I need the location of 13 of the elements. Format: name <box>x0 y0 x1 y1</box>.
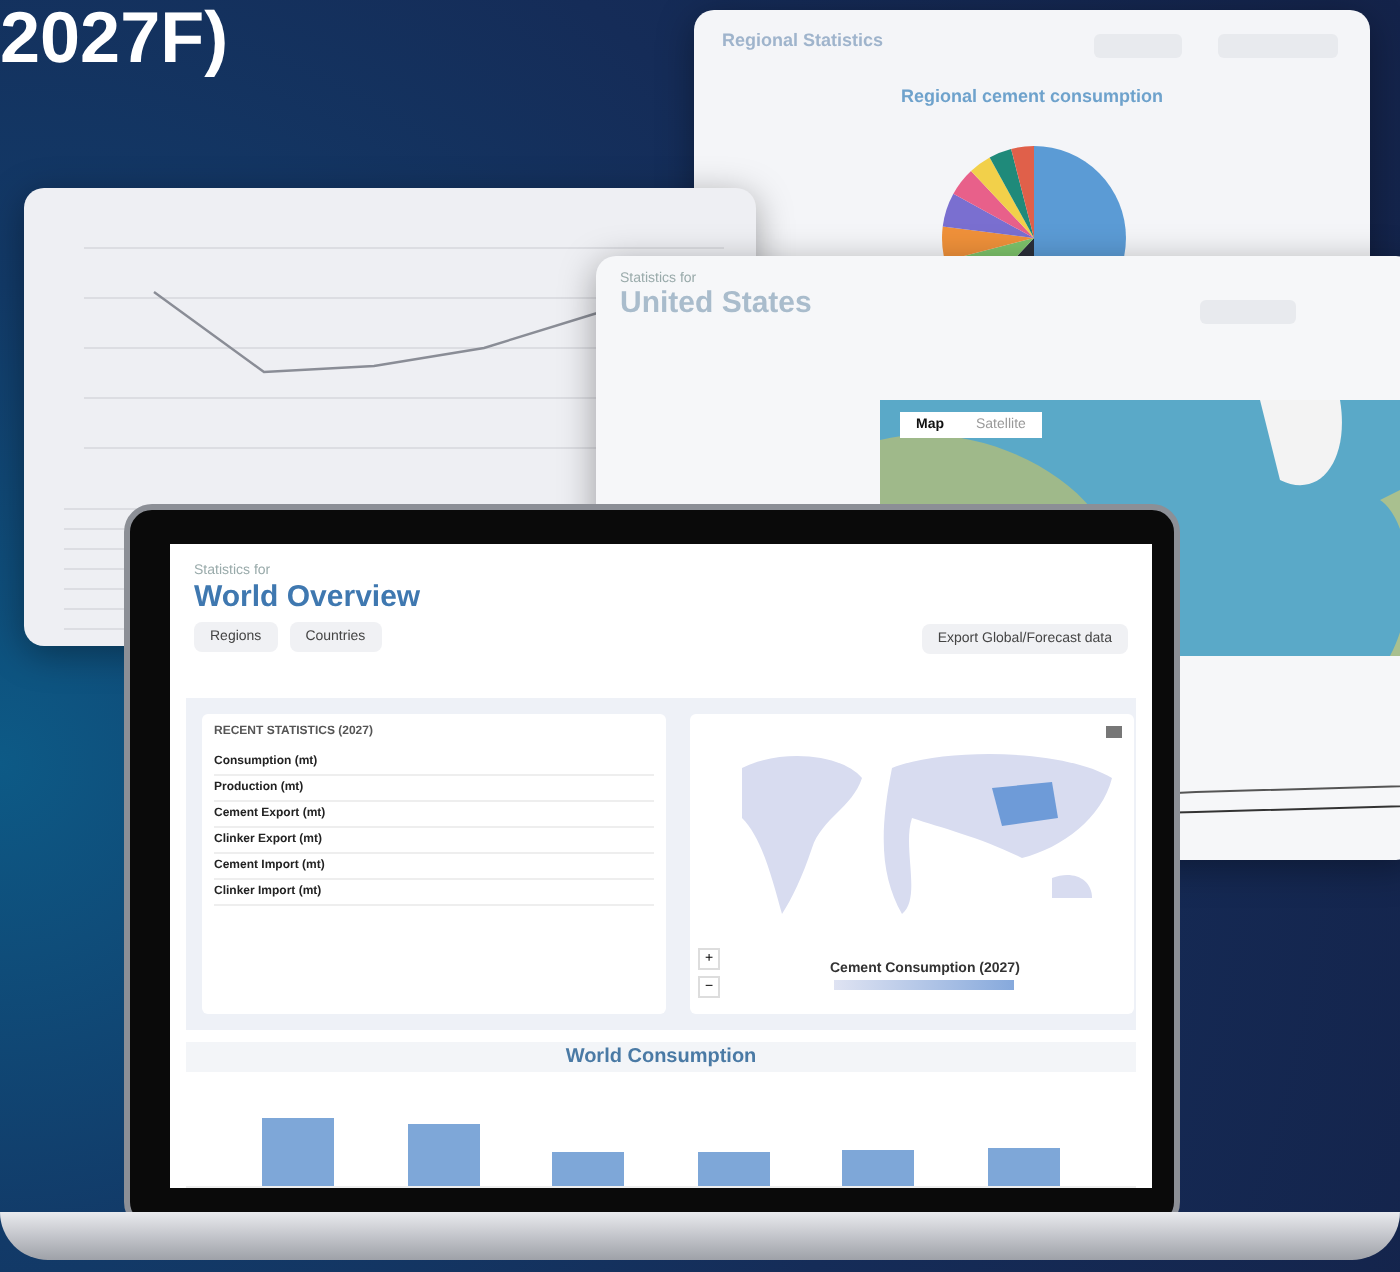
chart-bar <box>987 1148 1060 1186</box>
menu-icon[interactable] <box>1106 726 1122 738</box>
window-title: Regional Statistics <box>722 30 884 50</box>
page-title: World Overview <box>194 580 421 614</box>
chart-bar <box>407 1124 480 1186</box>
chart-bar <box>697 1152 770 1186</box>
window-title: United States <box>620 286 812 320</box>
page-heading: 2027F) <box>0 0 229 76</box>
chart-bar <box>842 1150 915 1186</box>
chart-bar <box>262 1118 335 1186</box>
chart-title: Regional cement consumption <box>898 86 1165 106</box>
chart-title: World Consumption <box>186 1042 1136 1072</box>
chart-bar <box>552 1152 625 1186</box>
